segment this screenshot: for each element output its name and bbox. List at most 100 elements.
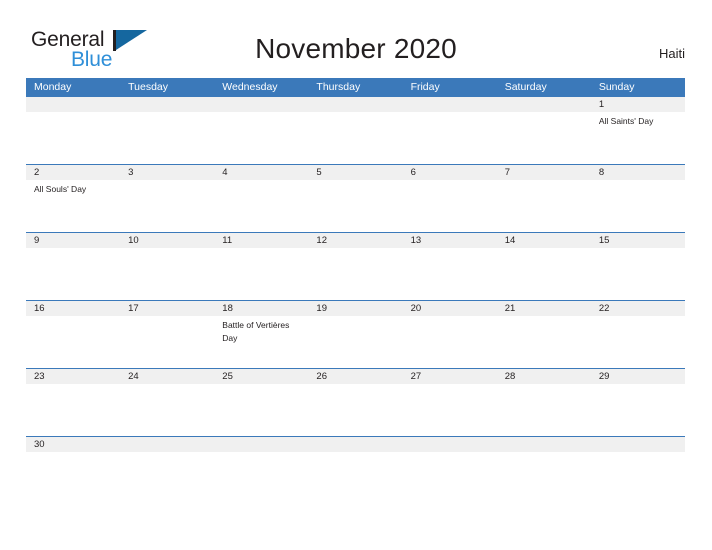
day-number[interactable]: 14 [497, 233, 591, 248]
day-event-strip: Battle of Vertières Day [26, 316, 685, 368]
day-number[interactable]: 3 [120, 165, 214, 180]
weekday-wednesday: Wednesday [222, 81, 278, 93]
day-number[interactable]: 15 [591, 233, 685, 248]
day-number[interactable]: 30 [26, 437, 120, 452]
day-cell-empty [308, 112, 402, 164]
page-header: General Blue November 2020 Haiti [0, 0, 712, 78]
calendar-weeks: 1 All Saints' Day 2 3 4 5 6 7 8 All Souls' Day 9 10… [26, 96, 685, 474]
day-cell-empty [403, 384, 497, 436]
day-cell-empty [26, 112, 120, 164]
day-cell-empty [214, 180, 308, 232]
day-cell-empty [26, 316, 120, 368]
weekday-tuesday: Tuesday [128, 81, 169, 93]
day-cell-empty [497, 180, 591, 232]
day-event-label: Battle of Vertières Day [222, 320, 290, 343]
day-number[interactable]: 5 [308, 165, 402, 180]
day-number[interactable]: 4 [214, 165, 308, 180]
day-cell-empty [26, 384, 120, 436]
day-number[interactable]: 25 [214, 369, 308, 384]
weekday-sunday: Sunday [598, 81, 635, 93]
day-number[interactable]: 13 [403, 233, 497, 248]
day-number[interactable]: 10 [120, 233, 214, 248]
weekday-saturday: Saturday [504, 81, 547, 93]
day-cell-empty [591, 248, 685, 300]
day-number[interactable]: 20 [403, 301, 497, 316]
calendar-week-row: 9 10 11 12 13 14 15 [26, 232, 685, 300]
day-cell-empty [591, 452, 685, 474]
day-event-label: All Souls' Day [34, 184, 87, 194]
day-number [26, 97, 120, 112]
day-event-label: All Saints' Day [598, 116, 654, 126]
day-event-strip [26, 452, 685, 474]
day-number[interactable]: 18 [214, 301, 308, 316]
day-cell-empty [120, 384, 214, 436]
day-number[interactable]: 9 [26, 233, 120, 248]
day-number[interactable]: 12 [308, 233, 402, 248]
day-number[interactable]: 6 [403, 165, 497, 180]
day-number[interactable]: 1 [591, 97, 685, 112]
day-number[interactable]: 2 [26, 165, 120, 180]
day-cell-empty [497, 452, 591, 474]
day-number [591, 437, 685, 452]
day-number [214, 437, 308, 452]
day-cell-empty [403, 248, 497, 300]
day-event-strip [26, 384, 685, 436]
day-number[interactable]: 8 [591, 165, 685, 180]
day-cell-empty [214, 384, 308, 436]
day-number [120, 437, 214, 452]
day-event-strip: All Saints' Day [26, 112, 685, 164]
day-event-strip: All Souls' Day [26, 180, 685, 232]
day-number[interactable]: 26 [308, 369, 402, 384]
day-number[interactable]: 22 [591, 301, 685, 316]
weekday-monday: Monday [34, 81, 72, 93]
day-number[interactable]: 19 [308, 301, 402, 316]
day-cell-empty [120, 180, 214, 232]
day-cell-empty [403, 316, 497, 368]
day-cell-empty [308, 452, 402, 474]
day-cell-empty [214, 112, 308, 164]
day-cell-empty [308, 384, 402, 436]
day-number-strip: 16 17 18 19 20 21 22 [26, 301, 685, 316]
day-number[interactable]: 23 [26, 369, 120, 384]
page-title: November 2020 [255, 33, 457, 64]
day-cell-empty [497, 316, 591, 368]
calendar-week-row: 1 All Saints' Day [26, 96, 685, 164]
calendar-week-row: 2 3 4 5 6 7 8 All Souls' Day [26, 164, 685, 232]
day-cell-empty [308, 248, 402, 300]
day-number[interactable]: 27 [403, 369, 497, 384]
day-number[interactable]: 29 [591, 369, 685, 384]
calendar-week-row: 16 17 18 19 20 21 22 Battle of Vertières Day [26, 300, 685, 368]
calendar-week-row: 30 [26, 436, 685, 474]
day-number[interactable]: 21 [497, 301, 591, 316]
day-number [403, 97, 497, 112]
weekday-thursday: Thursday [316, 81, 361, 93]
day-cell-empty [403, 180, 497, 232]
weekday-friday: Friday [410, 81, 440, 93]
day-cell-empty [26, 452, 120, 474]
day-cell-empty [120, 316, 214, 368]
day-number [308, 97, 402, 112]
day-number[interactable]: 17 [120, 301, 214, 316]
day-number[interactable]: 11 [214, 233, 308, 248]
day-number[interactable]: 7 [497, 165, 591, 180]
calendar-page: General Blue November 2020 Haiti Monday … [0, 0, 712, 550]
day-cell-empty [214, 248, 308, 300]
day-number [214, 97, 308, 112]
day-number-strip: 30 [26, 437, 685, 452]
day-number [403, 437, 497, 452]
day-number[interactable]: 16 [26, 301, 120, 316]
day-number[interactable]: 28 [497, 369, 591, 384]
day-number [308, 437, 402, 452]
day-number [497, 437, 591, 452]
day-cell-empty [120, 112, 214, 164]
day-cell-empty [214, 452, 308, 474]
day-cell-empty [403, 452, 497, 474]
day-cell-empty [591, 316, 685, 368]
country-label: Haiti [658, 46, 685, 61]
day-number[interactable]: 24 [120, 369, 214, 384]
day-cell-empty [497, 384, 591, 436]
weekday-header-row: Monday Tuesday Wednesday Thursday Friday… [26, 78, 685, 96]
day-number-strip: 23 24 25 26 27 28 29 [26, 369, 685, 384]
day-cell-empty [120, 248, 214, 300]
day-cell-empty [26, 248, 120, 300]
